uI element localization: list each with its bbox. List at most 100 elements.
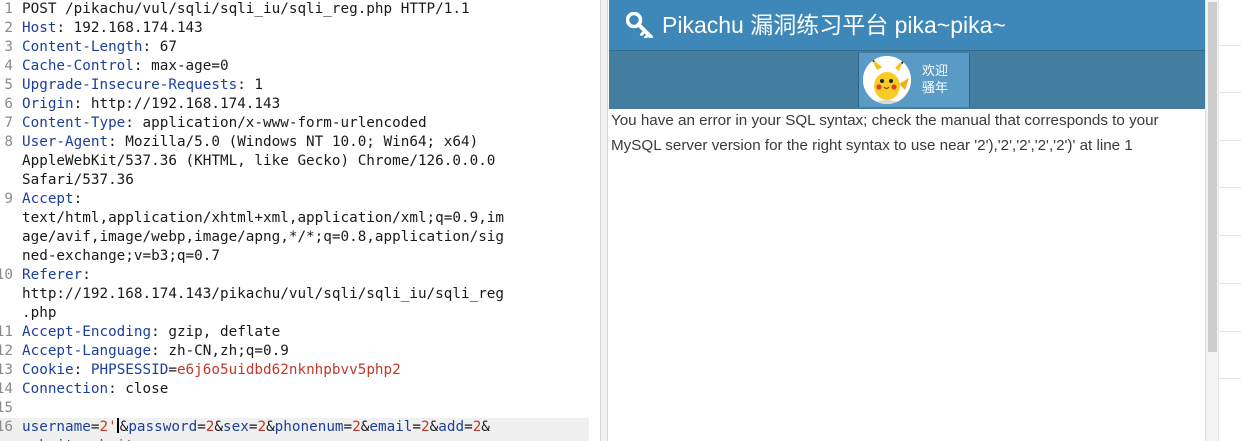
key-icon — [626, 12, 653, 38]
header-name: Cache-Control — [22, 58, 134, 74]
header-value: AppleWebKit/537.36 (KHTML, like Gecko) C… — [22, 153, 496, 169]
sql-error-message: You have an error in your SQL syntax; ch… — [611, 112, 1159, 154]
line-number: 6 — [4, 96, 13, 112]
response-scrollbar[interactable] — [1205, 0, 1218, 441]
header-value: & — [266, 419, 275, 435]
request-line[interactable]: 14 Connection: close — [0, 380, 600, 399]
request-editor[interactable]: 1 POST /pikachu/vul/sqli/sqli_iu/sqli_reg… — [0, 0, 600, 441]
edge-divider — [1219, 92, 1241, 93]
header-name: Content-Length — [22, 39, 143, 55]
request-line[interactable]: 12 Accept-Language: zh-CN,zh;q=0.9 — [0, 342, 600, 361]
response-scroll-thumb[interactable] — [1208, 2, 1217, 352]
request-line-text[interactable]: submit=submit — [22, 437, 134, 441]
request-line-text[interactable]: Content-Type: application/x-www-form-url… — [22, 114, 427, 133]
request-line[interactable]: text/html,application/xhtml+xml,applicat… — [0, 209, 600, 228]
header-value: : — [82, 267, 91, 283]
edge-divider — [1219, 45, 1241, 46]
request-line[interactable]: submit=submit — [0, 437, 589, 441]
edge-divider — [1219, 331, 1241, 332]
request-line-text[interactable]: Accept-Encoding: gzip, deflate — [22, 323, 280, 342]
request-line-text[interactable]: Upgrade-Insecure-Requests: 1 — [22, 76, 263, 95]
param-value: 2 — [352, 419, 361, 435]
param-name: sex — [223, 419, 249, 435]
request-line[interactable]: 6 Origin: http://192.168.174.143 — [0, 95, 600, 114]
header-value: .php — [22, 305, 57, 321]
request-line-text[interactable]: POST /pikachu/vul/sqli/sqli_iu/sqli_reg.… — [22, 0, 470, 19]
request-line-text[interactable]: Cache-Control: max-age=0 — [22, 57, 229, 76]
request-line[interactable]: .php — [0, 304, 600, 323]
header-value: & — [481, 419, 490, 435]
header-value: = — [168, 362, 177, 378]
request-line[interactable]: 5 Upgrade-Insecure-Requests: 1 — [0, 76, 600, 95]
pikachu-header: Pikachu 漏洞练习平台 pika~pika~ — [609, 0, 1205, 50]
request-line[interactable]: http://192.168.174.143/pikachu/vul/sqli/… — [0, 285, 600, 304]
request-line[interactable]: 11 Accept-Encoding: gzip, deflate — [0, 323, 600, 342]
edge-divider — [1219, 283, 1241, 284]
header-value: : close — [108, 381, 169, 397]
request-line-text[interactable]: Content-Length: 67 — [22, 38, 177, 57]
request-line-text[interactable]: Connection: close — [22, 380, 168, 399]
request-line-text[interactable]: age/avif,image/webp,image/apng,*/*;q=0.8… — [22, 228, 504, 247]
request-line-text[interactable]: ned-exchange;v=b3;q=0.7 — [22, 247, 220, 266]
header-value: age/avif,image/webp,image/apng,*/*;q=0.8… — [22, 229, 505, 245]
line-number: 2 — [4, 20, 13, 36]
param-name: password — [128, 419, 198, 435]
pikachu-icon — [863, 56, 911, 104]
request-line[interactable]: 10 Referer: — [0, 266, 600, 285]
request-line-text[interactable]: Safari/537.36 — [22, 171, 134, 190]
header-name: Accept-Encoding — [22, 324, 152, 340]
header-value: & — [214, 419, 224, 435]
request-line[interactable]: Safari/537.36 — [0, 171, 600, 190]
header-value: : Mozilla/5.0 (Windows NT 10.0; Win64; x… — [108, 134, 479, 150]
side-panel-edge — [1218, 0, 1241, 441]
request-line-text[interactable]: User-Agent: Mozilla/5.0 (Windows NT 10.0… — [22, 133, 478, 152]
request-line[interactable]: 9 Accept: — [0, 190, 600, 209]
line-number: 8 — [4, 134, 13, 150]
request-line[interactable]: 8 User-Agent: Mozilla/5.0 (Windows NT 10.… — [0, 133, 600, 152]
request-line[interactable]: 7 Content-Type: application/x-www-form-ur… — [0, 114, 600, 133]
request-line[interactable]: AppleWebKit/537.36 (KHTML, like Gecko) C… — [0, 152, 600, 171]
request-line-text[interactable]: Origin: http://192.168.174.143 — [22, 95, 280, 114]
request-line[interactable]: 16 username=2' &password=2&sex=2&phonenum=… — [0, 418, 589, 437]
request-line-text[interactable]: http://192.168.174.143/pikachu/vul/sqli/… — [22, 285, 504, 304]
request-line-text[interactable]: AppleWebKit/537.36 (KHTML, like Gecko) C… — [22, 152, 495, 171]
line-number: 5 — [4, 77, 13, 93]
header-value: : zh-CN,zh;q=0.9 — [151, 343, 289, 359]
request-line[interactable]: 1 POST /pikachu/vul/sqli/sqli_iu/sqli_reg… — [0, 0, 600, 19]
request-line-text[interactable]: Accept-Language: zh-CN,zh;q=0.9 — [22, 342, 289, 361]
header-value: & — [429, 419, 439, 435]
request-line-text[interactable]: .php — [22, 304, 56, 323]
request-line[interactable]: 2 Host: 192.168.174.143 — [0, 19, 600, 38]
line-number: 16 — [0, 419, 13, 435]
request-line[interactable]: 4 Cache-Control: max-age=0 — [0, 57, 600, 76]
request-line-text[interactable]: username=2' &password=2&sex=2&phonenum=2&… — [22, 418, 490, 437]
line-number: 15 — [0, 400, 13, 416]
header-value: text/html,application/xhtml+xml,applicat… — [22, 210, 505, 226]
user-menu[interactable]: 欢迎 骚年 — [858, 53, 970, 107]
header-name: Upgrade-Insecure-Requests — [22, 77, 238, 93]
param-value: 2 — [421, 419, 430, 435]
line-number: 11 — [0, 324, 13, 340]
header-name: Host — [22, 20, 57, 36]
edge-divider — [1219, 235, 1241, 236]
request-line[interactable]: 3 Content-Length: 67 — [0, 38, 600, 57]
request-line[interactable]: 15 — [0, 399, 600, 418]
request-line-text[interactable]: Accept: — [22, 190, 82, 209]
header-name: Connection — [22, 381, 109, 397]
request-line-text[interactable]: Cookie: PHPSESSID=e6j6o5uidbd62nknhpbvv5… — [22, 361, 401, 380]
request-line-text[interactable]: text/html,application/xhtml+xml,applicat… — [22, 209, 504, 228]
request-line[interactable]: 13 Cookie: PHPSESSID=e6j6o5uidbd62nknhpbv… — [0, 361, 600, 380]
header-name: Referer — [22, 267, 83, 283]
welcome-label: 欢迎 — [922, 63, 949, 78]
request-line-text[interactable]: Host: 192.168.174.143 — [22, 19, 203, 38]
param-name: username — [22, 419, 91, 435]
header-value: : max-age=0 — [133, 58, 229, 74]
header-name: Accept — [22, 191, 74, 207]
header-value: : application/x-www-form-urlencoded — [125, 115, 427, 131]
pane-divider[interactable] — [600, 0, 608, 441]
request-line[interactable]: ned-exchange;v=b3;q=0.7 — [0, 247, 600, 266]
request-line[interactable]: age/avif,image/webp,image/apng,*/*;q=0.8… — [0, 228, 600, 247]
line-number: 14 — [0, 381, 13, 397]
line-number: 4 — [4, 58, 13, 74]
request-line-text[interactable]: Referer: — [22, 266, 91, 285]
